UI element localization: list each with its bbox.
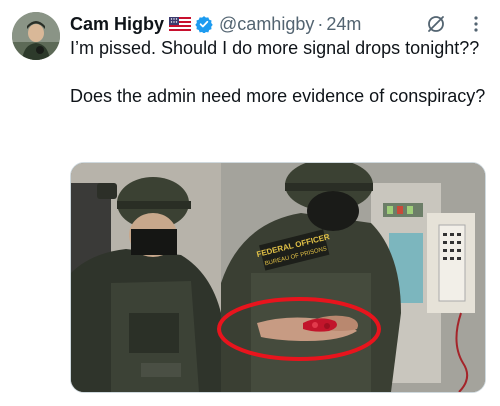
avatar-image (12, 12, 60, 60)
author-handle[interactable]: @camhigby (219, 14, 314, 35)
more-options-icon[interactable] (468, 14, 484, 34)
author-name[interactable]: Cam Higby (70, 14, 164, 35)
us-flag-icon (169, 17, 192, 31)
separator-dot: · (317, 13, 324, 34)
tweet[interactable]: Cam Higby @camhigby · 24m I’m pissed. Sh… (0, 0, 500, 406)
tweet-paragraph: Does the admin need more evidence of con… (70, 86, 486, 106)
avatar[interactable] (12, 12, 60, 60)
tweet-paragraph: I’m pissed. Should I do more signal drop… (70, 38, 480, 58)
grok-icon[interactable] (426, 14, 446, 34)
tweet-header: Cam Higby @camhigby · 24m (70, 12, 490, 36)
photo-officers-hands: FEDERAL OFFICER BUREAU OF PRISONS (71, 163, 485, 392)
tweet-media-photo[interactable]: FEDERAL OFFICER BUREAU OF PRISONS (70, 162, 486, 393)
tweet-text: I’m pissed. Should I do more signal drop… (70, 36, 490, 108)
verified-badge-icon[interactable] (195, 15, 213, 34)
timestamp[interactable]: 24m (326, 14, 361, 35)
